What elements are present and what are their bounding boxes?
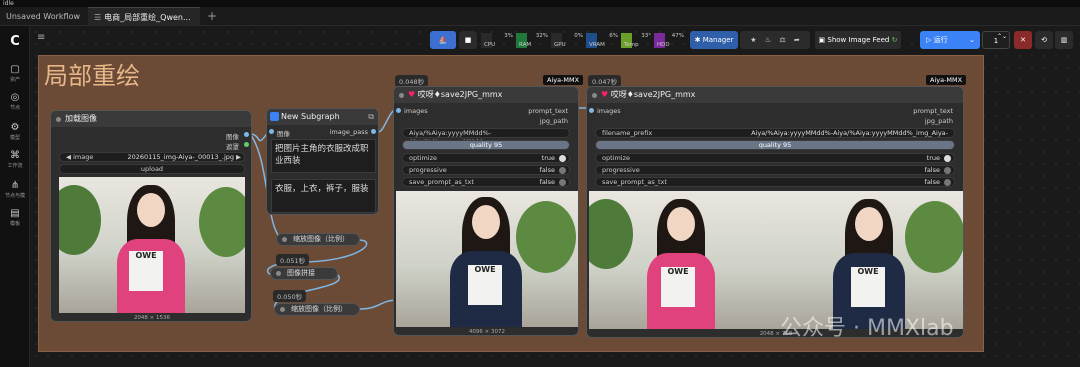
preview-image-edited: OWE	[396, 191, 578, 327]
quality-slider[interactable]: quality 95	[402, 140, 570, 150]
heart-icon: ♥	[408, 90, 416, 99]
optimize-toggle[interactable]: optimize true	[595, 153, 955, 163]
subgraph-icon	[270, 112, 279, 121]
node-header[interactable]: 加载图像	[51, 111, 251, 127]
scale-image-node-2[interactable]: 缩放图像（比例）	[274, 303, 360, 316]
exec-time-badge: 0.051秒	[276, 254, 310, 266]
input-images-pin[interactable]	[589, 108, 594, 113]
chevron-right-icon[interactable]: ▶	[236, 153, 241, 162]
input-image-pin[interactable]	[269, 129, 274, 134]
book-text: OWE	[851, 267, 885, 307]
scale-image-node-1[interactable]: 缩放图像（比例）	[276, 233, 360, 246]
heart-icon: ♥	[601, 90, 609, 99]
upload-button[interactable]: upload	[59, 164, 245, 174]
mask-tags-textarea[interactable]: 衣服，上衣，裤子，服装	[271, 179, 376, 213]
filename-prefix-field[interactable]: filename_prefix Aiya/%Aiya:yyyyMMdd%-Aiya…	[595, 128, 955, 138]
quality-slider[interactable]: quality 95	[595, 140, 955, 150]
node-header[interactable]: New Subgraph ⧉	[267, 109, 378, 125]
image-dimensions: 4096 × 3072	[468, 329, 506, 335]
comparison-image-left: OWE	[589, 191, 775, 329]
node-header[interactable]: ♥ 哎呀♦save2JPG_mmx	[587, 87, 963, 103]
aiya-badge: Aiya-MMX	[543, 75, 584, 85]
optimize-toggle[interactable]: optimize true	[402, 153, 570, 163]
open-subgraph-icon[interactable]: ⧉	[368, 109, 374, 125]
output-mask-pin[interactable]	[244, 142, 249, 147]
subgraph-node[interactable]: New Subgraph ⧉ 图像 image_pass 把图片主角的衣服改成职…	[266, 108, 379, 215]
progressive-toggle[interactable]: progressive false	[595, 165, 955, 175]
save-prompt-toggle[interactable]: save_prompt_as_txt false	[402, 177, 570, 187]
save-jpg-node-2[interactable]: ♥ 哎呀♦save2JPG_mmx images prompt_text jpg…	[586, 86, 964, 338]
watermark: 公众号 · MMXlab	[780, 316, 954, 341]
aiya-badge: Aiya-MMX	[926, 75, 967, 85]
book-text: OWE	[468, 265, 502, 305]
save-prompt-toggle[interactable]: save_prompt_as_txt false	[595, 177, 955, 187]
filename-prefix-field[interactable]: Aiya/%Aiya:yyyyMMdd%-Aiya/%Aiya:yyyyMMdd…	[402, 128, 570, 146]
output-image-label: 图像	[226, 133, 239, 141]
image-stitch-node[interactable]: 图像拼接	[270, 267, 338, 280]
progressive-toggle[interactable]: progressive false	[402, 165, 570, 175]
book-text: OWE	[129, 251, 163, 291]
comparison-image-right: OWE	[775, 191, 963, 329]
node-header[interactable]: ♥ 哎呀♦save2JPG_mmx	[394, 87, 578, 103]
image-select[interactable]: ◀ image 20260115_img-Aiya-_00013_.jpg ▶	[59, 152, 245, 162]
chevron-left-icon[interactable]: ◀	[66, 153, 71, 161]
output-image-pin[interactable]	[371, 129, 376, 134]
save-jpg-node-1[interactable]: ♥ 哎呀♦save2JPG_mmx images prompt_text jpg…	[393, 86, 579, 336]
image-dimensions: 2048 × 1536	[133, 315, 171, 321]
exec-time-badge: 0.050秒	[273, 290, 307, 302]
book-text: OWE	[661, 267, 695, 307]
input-images-pin[interactable]	[396, 108, 401, 113]
output-image-pin[interactable]	[244, 132, 249, 137]
preview-image-original: OWE	[59, 177, 245, 313]
load-image-node[interactable]: 加载图像 图像 遮罩 ◀ image 20260115_img-Aiya-_00…	[50, 110, 252, 322]
output-mask-label: 遮罩	[226, 143, 239, 151]
prompt-textarea[interactable]: 把图片主角的衣服改成职业西装	[271, 139, 376, 173]
